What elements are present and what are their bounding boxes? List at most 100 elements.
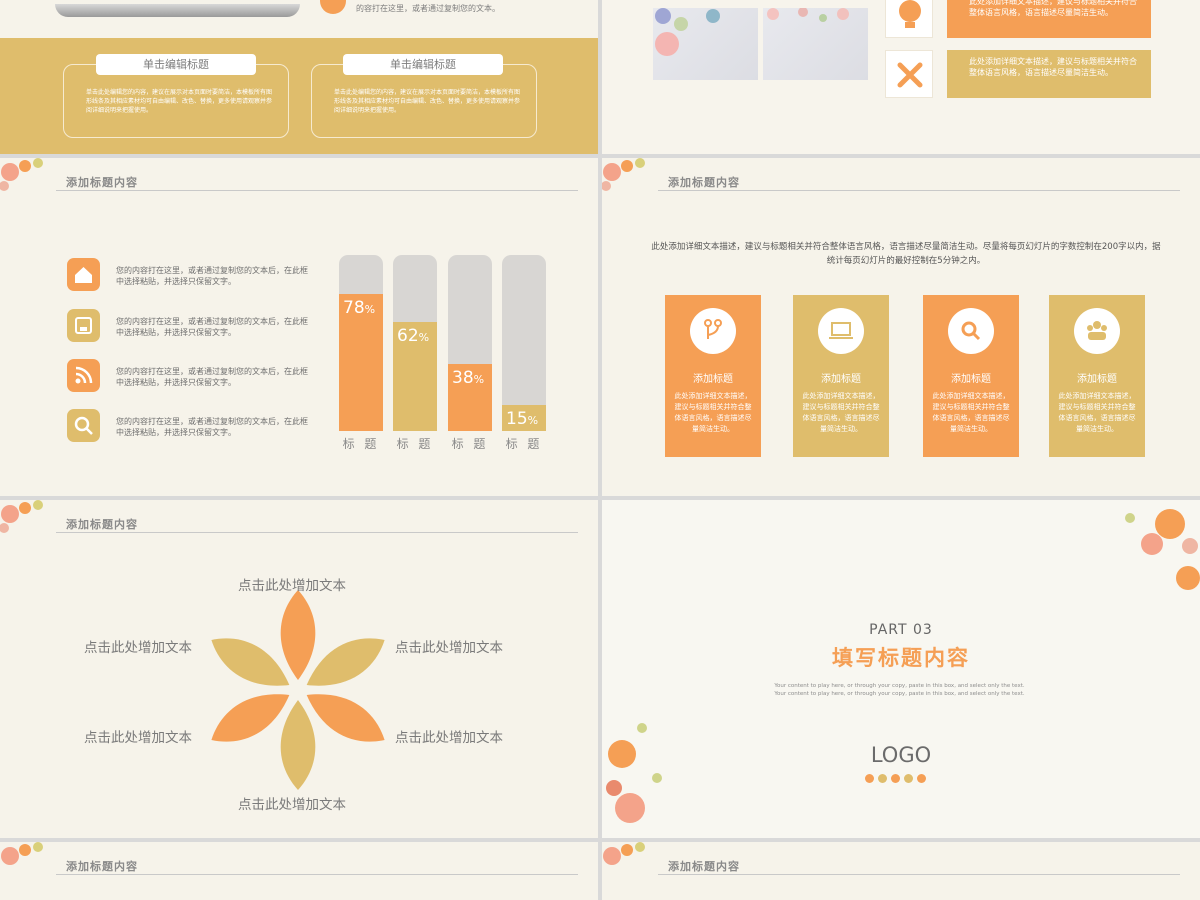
bar-value-unit: % <box>527 414 539 427</box>
petal-label-right-top[interactable]: 点击此处增加文本 <box>395 636 503 656</box>
flower-corner-art <box>0 158 43 191</box>
part-label: PART 03 <box>869 622 933 638</box>
slide-middle-right[interactable]: 添加标题内容 此处添加详细文本描述，建议与标题相关并符合整体语言风格，语言描述尽… <box>602 158 1200 496</box>
bar-value-unit: % <box>364 303 376 316</box>
feature-card-4[interactable]: 添加标题 此处添加详细文本描述，建议与标题相关并符合整体语言风格，语言描述尽量简… <box>1049 295 1145 457</box>
list-item-text-1: 您的内容打在这里，或者通过复制您的文本后，在此框中选择粘贴，并选择只保留文字。 <box>116 266 308 286</box>
card-title-2[interactable]: 单击编辑标题 <box>343 54 503 75</box>
petal-label-left-top[interactable]: 点击此处增加文本 <box>84 636 192 656</box>
slide-lower-left[interactable]: 添加标题内容 点击此处增加文本 点击此处增加文本 点击此处增加文本 点击此处增加… <box>0 500 598 838</box>
slide-bottom-right[interactable]: 添加标题内容 <box>602 842 1200 900</box>
card-text: 此处添加详细文本描述，建议与标题相关并符合整体语言风格，语言描述尽量简洁生动。 <box>674 392 752 433</box>
feature-card-3[interactable]: 添加标题 此处添加详细文本描述，建议与标题相关并符合整体语言风格，语言描述尽量简… <box>923 295 1019 457</box>
petal-label-bottom[interactable]: 点击此处增加文本 <box>238 793 346 813</box>
slide-grid: 的容打在这里，或者通过复制您的文本。 单击编辑标题 单击此处编辑您的内容，建议在… <box>0 0 1200 900</box>
bar-category-label-4: 标 题 <box>505 437 543 451</box>
bar-value-label-2: 62% <box>397 326 430 346</box>
card-text: 此处添加详细文本描述，建议与标题相关并符合整体语言风格，语言描述尽量简洁生动。 <box>932 392 1010 433</box>
card-text-2: 单击此处编辑您的内容，建议在展示对本页面时要简洁，本模板所有图形线条及其相应素材… <box>334 89 521 114</box>
petal-top[interactable] <box>280 590 316 680</box>
section-title[interactable]: 填写标题内容 <box>602 642 1200 672</box>
card-title: 添加标题 <box>951 374 991 385</box>
dot <box>891 774 900 783</box>
flower-corner-art <box>602 158 645 191</box>
card-text-1: 单击此处编辑您的内容，建议在展示对本页面时要简洁，本模板所有图形线条及其相应素材… <box>86 89 273 114</box>
heading-divider <box>56 874 578 875</box>
slide-top-left[interactable]: 的容打在这里，或者通过复制您的文本。 单击编辑标题 单击此处编辑您的内容，建议在… <box>0 0 598 154</box>
list-item-text-2: 您的内容打在这里，或者通过复制您的文本后，在此框中选择粘贴，并选择只保留文字。 <box>116 317 308 337</box>
dot <box>878 774 887 783</box>
flower-corner-art <box>603 842 645 865</box>
bar-value-unit: % <box>473 373 485 386</box>
slide-bottom-left[interactable]: 添加标题内容 <box>0 842 598 900</box>
slide-heading: 添加标题内容 <box>668 176 740 189</box>
slide-heading: 添加标题内容 <box>66 860 138 873</box>
slide-heading: 添加标题内容 <box>66 176 138 189</box>
slide-heading: 添加标题内容 <box>66 518 138 531</box>
search-icon <box>948 308 994 354</box>
lightbulb-icon <box>885 0 933 38</box>
slide-lower-right[interactable]: PART 03 填写标题内容 Your content to play here… <box>602 500 1200 838</box>
petal-label-left-bottom[interactable]: 点击此处增加文本 <box>84 726 192 746</box>
feature-card-1[interactable]: 添加标题 此处添加详细文本描述，建议与标题相关并符合整体语言风格，语言描述尽量简… <box>665 295 761 457</box>
top-text: 的容打在这里，或者通过复制您的文本。 <box>356 4 500 13</box>
flower-corner-art <box>0 500 43 533</box>
tools-icon <box>885 50 933 98</box>
card-title: 添加标题 <box>693 374 733 385</box>
flower-corner-art-bottom-left <box>606 723 662 823</box>
heading-divider <box>658 874 1180 875</box>
petal-diagram <box>211 590 385 790</box>
bar-category-label-1: 标 题 <box>342 437 380 451</box>
bar-track-4: 15% <box>502 255 546 431</box>
flower-photo-2 <box>763 7 868 80</box>
bar-value-label-1: 78% <box>343 298 376 318</box>
feature-card-2[interactable]: 添加标题 此处添加详细文本描述，建议与标题相关并符合整体语言风格，语言描述尽量简… <box>793 295 889 457</box>
dot <box>904 774 913 783</box>
laptop-image <box>55 4 300 17</box>
bar-value-unit: % <box>418 331 430 344</box>
save-icon <box>67 309 100 342</box>
dot-row <box>865 768 930 787</box>
card-title: 添加标题 <box>821 374 861 385</box>
bar-track-1: 78% <box>339 255 383 431</box>
bar-value-label-3: 38% <box>452 368 485 388</box>
heading-divider <box>56 190 578 191</box>
card-title: 添加标题 <box>1077 374 1117 385</box>
search-icon <box>67 409 100 442</box>
dot <box>865 774 874 783</box>
text-box-1: 此处添加详细文本描述，建议与标题相关并符合整体语言风格，语言描述尽量简洁生动。 <box>947 0 1151 38</box>
laptop-icon <box>818 308 864 354</box>
bar-track-3: 38% <box>448 255 492 431</box>
flower-corner-art-top-right <box>1125 509 1200 590</box>
bar-category-label-3: 标 题 <box>451 437 489 451</box>
bar-track-2: 62% <box>393 255 437 431</box>
flower-corner-art <box>1 842 43 865</box>
group-icon <box>1074 308 1120 354</box>
rss-icon <box>67 359 100 392</box>
card-text: 此处添加详细文本描述，建议与标题相关并符合整体语言风格，语言描述尽量简洁生动。 <box>802 392 880 433</box>
heading-divider <box>658 190 1180 191</box>
dot <box>917 774 926 783</box>
bar-value-label-4: 15% <box>506 409 539 429</box>
orange-circle-icon <box>320 0 346 14</box>
list-item-text-3: 您的内容打在这里，或者通过复制您的文本后，在此框中选择粘贴，并选择只保留文字。 <box>116 367 308 387</box>
text-box-2: 此处添加详细文本描述，建议与标题相关并符合整体语言风格，语言描述尽量简洁生动。 <box>947 50 1151 98</box>
flower-photo-art-2 <box>767 7 849 22</box>
card-text: 此处添加详细文本描述，建议与标题相关并符合整体语言风格，语言描述尽量简洁生动。 <box>1058 392 1136 433</box>
bar-category-label-2: 标 题 <box>396 437 434 451</box>
section-subtext: Your content to play here, or through yo… <box>774 683 1025 697</box>
home-icon <box>67 258 100 291</box>
petal-bottom[interactable] <box>280 700 316 790</box>
card-title-1[interactable]: 单击编辑标题 <box>96 54 256 75</box>
heading-divider <box>56 532 578 533</box>
slide-description: 此处添加详细文本描述，建议与标题相关并符合整体语言风格，语言描述尽量简洁生动。尽… <box>651 242 1161 266</box>
list-item-text-4: 您的内容打在这里，或者通过复制您的文本后，在此框中选择粘贴，并选择只保留文字。 <box>116 417 308 437</box>
petal-label-right-bottom[interactable]: 点击此处增加文本 <box>395 726 503 746</box>
slide-top-right[interactable]: 此处添加详细文本描述，建议与标题相关并符合整体语言风格，语言描述尽量简洁生动。 … <box>602 0 1200 154</box>
flower-photo-1 <box>653 8 758 80</box>
flower-photo-art <box>655 8 720 56</box>
logo-text: LOGO <box>870 743 932 767</box>
slide-heading: 添加标题内容 <box>668 860 740 873</box>
petal-label-top[interactable]: 点击此处增加文本 <box>238 574 346 594</box>
slide-middle-left[interactable]: 添加标题内容 您的内容打在这里，或者通过复制您的文本后，在此框中选择粘贴，并选择… <box>0 158 598 496</box>
